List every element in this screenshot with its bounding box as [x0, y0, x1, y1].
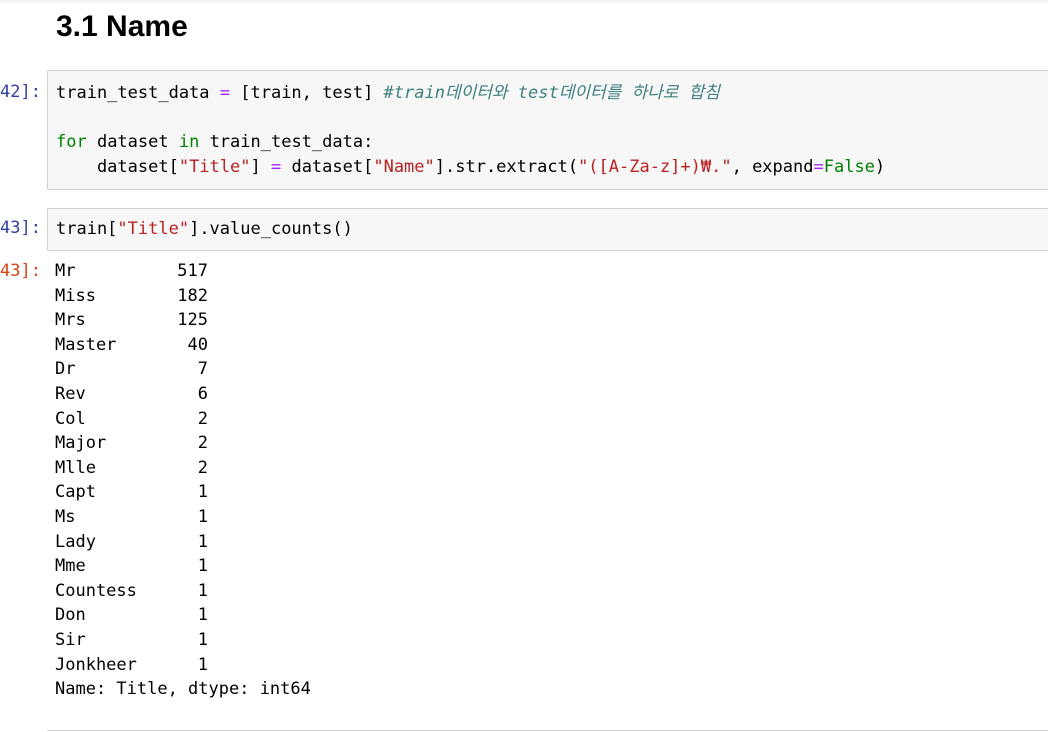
output-label: Rev	[55, 383, 86, 404]
output-row: Sir 1	[55, 628, 311, 653]
code-line: dataset["Title"] = dataset["Name"].str.e…	[56, 155, 885, 180]
output-label: Dr	[55, 359, 76, 380]
output-count: 1	[197, 482, 208, 503]
output-count: 182	[177, 285, 208, 306]
output-count: 6	[197, 383, 208, 404]
output-row: Lady 1	[55, 530, 311, 555]
output-count: 2	[197, 408, 208, 429]
code-token: #train데이터와 test데이터를 하나로 합침	[383, 83, 720, 103]
output-count: 125	[177, 310, 208, 331]
output-label: Sir	[55, 629, 86, 650]
output-label: Lady	[55, 531, 96, 552]
output-count: 1	[197, 629, 208, 650]
output-row: Mlle 2	[55, 456, 311, 481]
output-area: Mr 517 Miss 182 Mrs 125 Master 40 Dr 7 Rev 6 Col 2 Maj…	[55, 259, 311, 702]
output-row: Mr 517	[55, 259, 311, 284]
code-line: train["Title"].value_counts()	[56, 217, 353, 242]
output-prompt-43: 43]:	[0, 261, 41, 281]
output-row: Rev 6	[55, 382, 311, 407]
input-prompt-43: 43]:	[0, 218, 41, 238]
code-editor[interactable]: train["Title"].value_counts()	[56, 217, 353, 242]
output-label: Mr	[55, 261, 76, 281]
output-row: Capt 1	[55, 480, 311, 505]
code-token: , expand	[731, 156, 814, 177]
code-token: "Title"	[117, 219, 190, 239]
top-divider	[0, 0, 1048, 3]
output-count: 1	[197, 531, 208, 552]
output-label: Miss	[55, 285, 96, 306]
code-token: dataset	[86, 132, 179, 153]
code-token: dataset[	[56, 156, 179, 177]
code-cell-42[interactable]: train_test_data = [train, test] #train데이…	[47, 70, 1048, 190]
output-row: Jonkheer 1	[55, 653, 311, 678]
output-label: Col	[55, 408, 86, 429]
output-row: Dr 7	[55, 357, 311, 382]
output-row: Don 1	[55, 603, 311, 628]
output-label: Mme	[55, 556, 86, 577]
code-token: =	[270, 156, 282, 177]
section-heading: 3.1 Name	[56, 10, 188, 43]
output-count: 7	[197, 359, 208, 380]
code-line: for dataset in train_test_data:	[56, 130, 885, 155]
output-row: Col 2	[55, 407, 311, 432]
output-row: Mme 1	[55, 554, 311, 579]
code-line: train_test_data = [train, test] #train데이…	[56, 81, 885, 106]
output-count: 1	[197, 580, 208, 601]
code-token: "([A-Za-z]+)₩."	[578, 156, 732, 177]
output-label: Mlle	[55, 457, 96, 478]
code-token: train_test_data:	[199, 132, 374, 153]
output-count: 1	[197, 506, 208, 527]
code-editor[interactable]: train_test_data = [train, test] #train데이…	[56, 81, 885, 179]
output-row: Master 40	[55, 333, 311, 358]
output-row: Mrs 125	[55, 308, 311, 333]
output-label: Major	[55, 433, 107, 454]
output-count: 2	[197, 457, 208, 478]
output-count: 2	[197, 433, 208, 454]
output-label: Don	[55, 605, 86, 626]
output-footer: Name: Title, dtype: int64	[55, 679, 311, 700]
output-label: Countess	[55, 580, 137, 601]
code-token: dataset[	[281, 156, 374, 177]
code-token: train[	[56, 219, 118, 239]
output-count: 1	[197, 556, 208, 577]
output-label: Mrs	[55, 310, 86, 331]
output-label: Master	[55, 334, 117, 355]
output-count: 1	[197, 654, 208, 675]
output-count: 517	[177, 261, 208, 281]
code-cell-43[interactable]: train["Title"].value_counts()	[47, 208, 1048, 251]
output-label: Ms	[55, 506, 76, 527]
code-token: )	[874, 156, 886, 177]
output-count: 40	[187, 334, 208, 355]
code-token: =	[219, 83, 231, 103]
code-token: False	[823, 156, 875, 177]
input-prompt-42: 42]:	[0, 82, 41, 102]
output-label: Jonkheer	[55, 654, 137, 675]
bottom-divider	[47, 730, 1048, 731]
code-token: ].value_counts()	[189, 219, 353, 239]
code-token: "Name"	[373, 156, 435, 177]
code-token: "Title"	[178, 156, 251, 177]
output-row: Ms 1	[55, 505, 311, 530]
output-row: Countess 1	[55, 579, 311, 604]
code-token: =	[813, 156, 824, 177]
code-token: [train, test]	[230, 83, 384, 103]
code-token: ]	[250, 156, 271, 177]
code-token: ].str.extract(	[434, 156, 579, 177]
output-count: 1	[197, 605, 208, 626]
output-row: Miss 182	[55, 284, 311, 309]
code-token: in	[178, 132, 200, 153]
output-row: Major 2	[55, 431, 311, 456]
output-label: Capt	[55, 482, 96, 503]
code-token: for	[56, 132, 87, 153]
code-token: train_test_data	[56, 83, 220, 103]
